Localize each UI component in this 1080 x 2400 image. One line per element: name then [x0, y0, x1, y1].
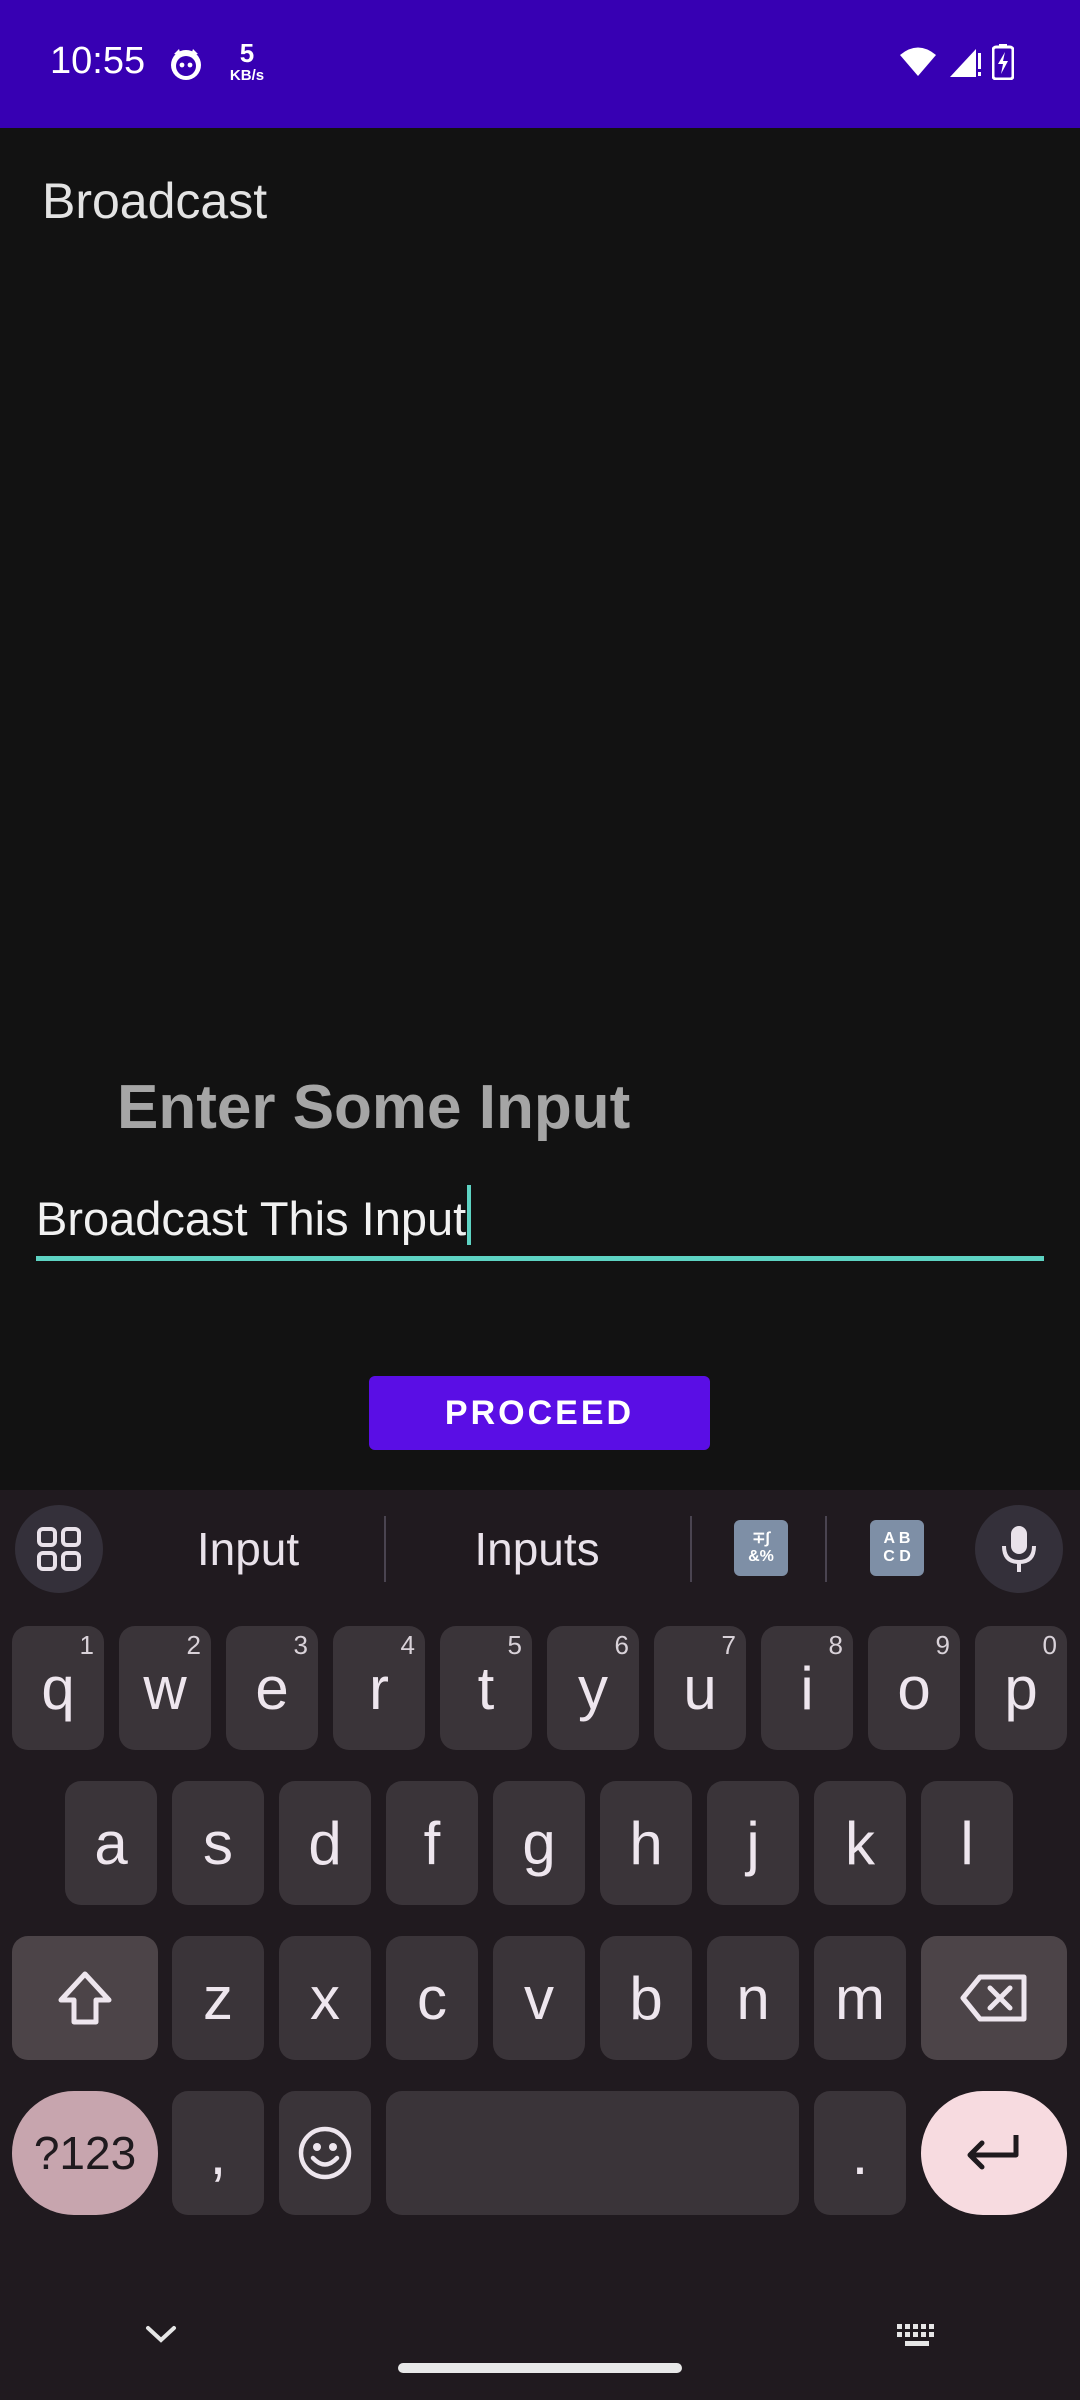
emoji-key[interactable]	[279, 2091, 371, 2215]
home-indicator[interactable]	[398, 2363, 682, 2373]
key-u[interactable]: u7	[654, 1626, 746, 1750]
apps-grid-button[interactable]	[15, 1505, 103, 1593]
key-j[interactable]: j	[707, 1781, 799, 1905]
network-speed: 5 KB/s	[229, 38, 265, 84]
key-s[interactable]: s	[172, 1781, 264, 1905]
suggestion-divider	[690, 1516, 692, 1582]
suggestion-strip: Input Inputs ∓∫ &% A BC D	[0, 1490, 1080, 1610]
key-a[interactable]: a	[65, 1781, 157, 1905]
keyboard-switch-icon[interactable]	[895, 2322, 939, 2350]
voice-input-button[interactable]	[975, 1505, 1063, 1593]
suggestion-divider	[384, 1516, 386, 1582]
cell-signal-icon	[950, 49, 981, 77]
key-o[interactable]: o9	[868, 1626, 960, 1750]
key-k[interactable]: k	[814, 1781, 906, 1905]
key-f[interactable]: f	[386, 1781, 478, 1905]
emoji-suggestion-symbols-icon[interactable]: ∓∫ &%	[734, 1520, 788, 1576]
wifi-icon	[900, 47, 936, 76]
key-c[interactable]: c	[386, 1936, 478, 2060]
backspace-icon	[960, 1974, 1027, 2022]
grid-icon	[37, 1527, 81, 1571]
backspace-key[interactable]	[921, 1936, 1067, 2060]
key-w[interactable]: w2	[119, 1626, 211, 1750]
mic-icon	[1002, 1526, 1036, 1572]
key-v[interactable]: v	[493, 1936, 585, 2060]
suggestion-divider	[825, 1516, 827, 1582]
key-x[interactable]: x	[279, 1936, 371, 2060]
key-t[interactable]: t5	[440, 1626, 532, 1750]
notification-icon	[171, 49, 201, 80]
key-b[interactable]: b	[600, 1936, 692, 2060]
key-q[interactable]: q1	[12, 1626, 104, 1750]
hide-keyboard-chevron-icon[interactable]	[144, 2322, 178, 2346]
suggestion-2[interactable]: Inputs	[437, 1522, 637, 1576]
key-e[interactable]: e3	[226, 1626, 318, 1750]
key-g[interactable]: g	[493, 1781, 585, 1905]
emoji-suggestion-abcd-icon[interactable]: A BC D	[870, 1520, 924, 1576]
key-d[interactable]: d	[279, 1781, 371, 1905]
prompt-label: Enter Some Input	[117, 1073, 631, 1142]
enter-icon	[967, 2135, 1019, 2170]
battery-charging-icon	[992, 44, 1014, 80]
key-i[interactable]: i8	[761, 1626, 853, 1750]
key-l[interactable]: l	[921, 1781, 1013, 1905]
key-p[interactable]: p0	[975, 1626, 1067, 1750]
suggestion-1[interactable]: Input	[148, 1522, 348, 1576]
enter-key[interactable]	[921, 2091, 1067, 2215]
key-y[interactable]: y6	[547, 1626, 639, 1750]
app-title: Broadcast	[42, 173, 268, 229]
status-time: 10:55	[50, 40, 146, 82]
key-n[interactable]: n	[707, 1936, 799, 2060]
broadcast-input[interactable]: Broadcast This Input	[36, 1185, 472, 1246]
text-caret	[467, 1185, 472, 1245]
status-bar: 10:55 5 KB/s	[0, 0, 1080, 128]
key-r[interactable]: r4	[333, 1626, 425, 1750]
period-key[interactable]: .	[814, 2091, 906, 2215]
key-m[interactable]: m	[814, 1936, 906, 2060]
space-key[interactable]	[386, 2091, 799, 2215]
soft-keyboard: Input Inputs ∓∫ &% A BC D q1w2e3r4t5y6u7i…	[0, 1490, 1080, 2400]
emoji-icon	[298, 2126, 352, 2180]
key-z[interactable]: z	[172, 1936, 264, 2060]
symbols-key[interactable]: ?123	[12, 2091, 158, 2215]
comma-key[interactable]: ,	[172, 2091, 264, 2215]
shift-icon	[58, 1971, 112, 2025]
key-h[interactable]: h	[600, 1781, 692, 1905]
proceed-button[interactable]: PROCEED	[369, 1376, 710, 1450]
shift-key[interactable]	[12, 1936, 158, 2060]
input-underline	[36, 1256, 1044, 1261]
status-icons	[898, 44, 1014, 80]
